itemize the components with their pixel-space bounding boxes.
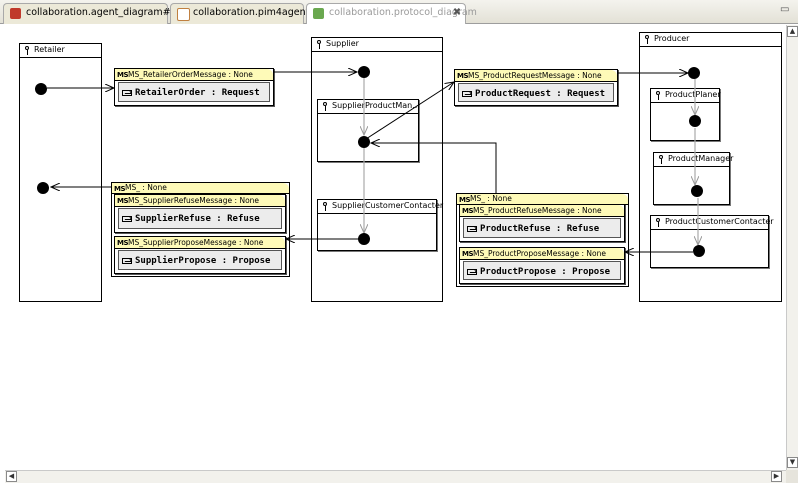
diagram-canvas[interactable]: Retailer Supplier SupplierProductMan... …	[5, 25, 786, 470]
scroll-up-icon[interactable]: ▲	[787, 26, 798, 37]
node-supplier-customer-contacter[interactable]	[358, 233, 370, 245]
tab-agent-diagram[interactable]: collaboration.agent_diagram#1	[3, 3, 177, 24]
connector-product-response-out	[371, 143, 497, 193]
diagram-icon	[10, 8, 21, 19]
scroll-right-icon[interactable]: ▶	[771, 471, 782, 482]
protocol-icon	[313, 8, 324, 19]
minimize-icon[interactable]: ▭	[780, 4, 789, 15]
node-retailer-start[interactable]	[35, 83, 47, 95]
node-producer-receive[interactable]	[688, 67, 700, 79]
node-retailer-end[interactable]	[37, 182, 49, 194]
tab-protocol-diagram[interactable]: collaboration.protocol_diagram ✖	[306, 3, 477, 24]
node-supplier-product-manager[interactable]	[358, 136, 370, 148]
scroll-left-icon[interactable]: ◀	[6, 471, 17, 482]
model-icon	[177, 8, 190, 21]
node-product-planer[interactable]	[689, 115, 701, 127]
tab-pim4agents[interactable]: collaboration.pim4agents	[170, 3, 314, 24]
tab-label: collaboration.pim4agents	[193, 7, 315, 18]
node-product-customer-contacter[interactable]	[693, 245, 705, 257]
connector-layer	[47, 25, 786, 470]
vertical-scrollbar[interactable]: ▲ ▼	[786, 25, 798, 470]
node-product-manager[interactable]	[691, 185, 703, 197]
tab-label: collaboration.agent_diagram#1	[26, 7, 177, 18]
node-supplier-receive[interactable]	[358, 66, 370, 78]
close-icon[interactable]: ✖	[451, 7, 463, 19]
horizontal-scrollbar[interactable]: ◀ ▶	[5, 470, 786, 483]
connector-product-request-in	[365, 82, 454, 140]
scroll-down-icon[interactable]: ▼	[787, 457, 798, 468]
editor-tab-bar: collaboration.agent_diagram#1 collaborat…	[0, 0, 798, 24]
scrollbar-corner	[786, 470, 798, 483]
